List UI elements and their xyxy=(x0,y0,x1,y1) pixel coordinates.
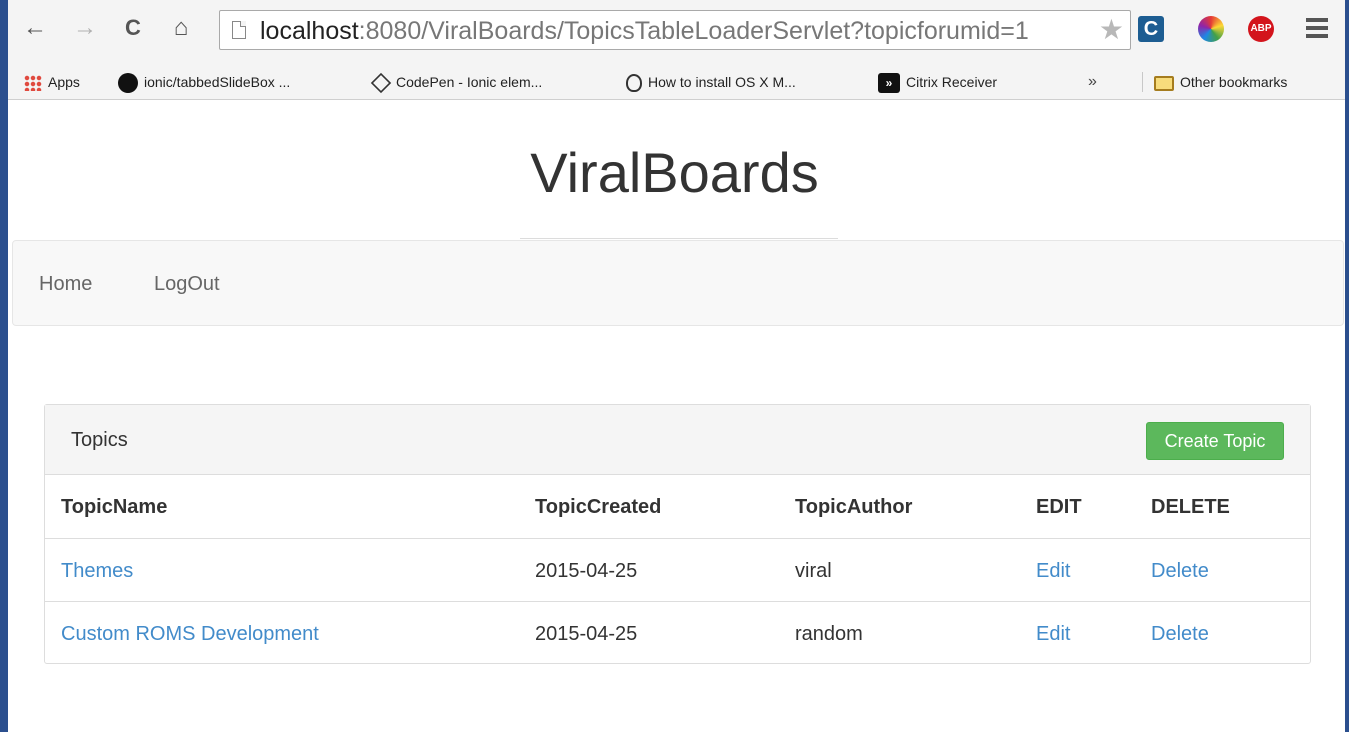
table-row: Custom ROMS Development 2015-04-25 rando… xyxy=(45,602,1310,665)
other-bookmarks-label: Other bookmarks xyxy=(1180,74,1288,90)
codepen-icon xyxy=(370,73,392,94)
url-text[interactable]: localhost:8080/ViralBoards/TopicsTableLo… xyxy=(260,17,1100,45)
other-bookmarks[interactable]: Other bookmarks xyxy=(1154,72,1287,92)
reload-icon[interactable]: C xyxy=(120,14,146,42)
topics-panel: Topics Create Topic TopicName TopicCreat… xyxy=(44,404,1311,664)
address-bar[interactable]: localhost:8080/ViralBoards/TopicsTableLo… xyxy=(219,10,1131,50)
bookmark-label: Citrix Receiver xyxy=(906,74,998,90)
bookmarks-overflow-icon[interactable]: » xyxy=(1088,72,1097,92)
title-divider xyxy=(520,238,838,239)
panel-title: Topics xyxy=(71,429,128,451)
citrix-icon: » xyxy=(878,73,900,94)
table-header-row: TopicName TopicCreated TopicAuthor EDIT … xyxy=(45,476,1310,539)
home-icon[interactable]: ⌂ xyxy=(168,14,194,42)
color-picker-extension-icon[interactable] xyxy=(1198,16,1224,42)
column-header-topicname: TopicName xyxy=(61,496,168,518)
adblock-plus-icon[interactable]: ABP xyxy=(1248,16,1274,42)
delete-link[interactable]: Delete xyxy=(1151,622,1209,646)
topic-name-link[interactable]: Themes xyxy=(61,559,133,583)
bookmark-label: Apps xyxy=(48,74,80,90)
create-topic-button[interactable]: Create Topic xyxy=(1146,422,1284,460)
bookmarks-divider xyxy=(1142,72,1143,92)
topics-table: TopicName TopicCreated TopicAuthor EDIT … xyxy=(45,476,1310,665)
bookmark-ionic-tabbedslidebox[interactable]: ionic/tabbedSlideBox ... xyxy=(118,72,291,94)
back-icon[interactable]: ← xyxy=(22,14,48,42)
bookmarks-bar: Apps ionic/tabbedSlideBox ... CodePen - … xyxy=(8,64,1345,100)
window-frame-right xyxy=(1345,0,1349,732)
delete-link[interactable]: Delete xyxy=(1151,559,1209,583)
apps-grid-icon xyxy=(24,75,42,92)
bookmark-codepen[interactable]: CodePen - Ionic elem... xyxy=(370,72,543,94)
topic-created: 2015-04-25 xyxy=(535,623,638,645)
site-title: ViralBoards xyxy=(530,141,819,204)
topic-author: viral xyxy=(795,560,832,582)
column-header-topiccreated: TopicCreated xyxy=(535,496,662,518)
apple-icon xyxy=(626,74,642,93)
topic-created: 2015-04-25 xyxy=(535,560,638,582)
bookmark-label: How to install OS X M... xyxy=(648,74,796,90)
table-row: Themes 2015-04-25 viral Edit Delete xyxy=(45,539,1310,602)
column-header-topicauthor: TopicAuthor xyxy=(795,496,913,518)
nav-logout-link[interactable]: LogOut xyxy=(154,271,220,297)
extension-c-icon[interactable]: C xyxy=(1138,16,1164,42)
window-frame-left xyxy=(0,0,8,732)
column-header-edit: EDIT xyxy=(1036,496,1082,518)
url-path: :8080/ViralBoards/TopicsTableLoaderServl… xyxy=(358,17,1029,45)
browser-menu-icon[interactable] xyxy=(1306,18,1328,38)
topic-author: random xyxy=(795,623,863,645)
topic-name-link[interactable]: Custom ROMS Development xyxy=(61,622,319,646)
folder-icon xyxy=(1154,75,1174,91)
site-navbar: Home LogOut xyxy=(12,240,1344,326)
url-host: localhost xyxy=(260,17,359,45)
column-header-delete: DELETE xyxy=(1151,496,1230,518)
edit-link[interactable]: Edit xyxy=(1036,559,1070,583)
panel-heading: Topics Create Topic xyxy=(45,405,1310,475)
github-icon xyxy=(118,73,138,94)
nav-home-link[interactable]: Home xyxy=(39,271,92,297)
browser-toolbar: ← → C ⌂ localhost:8080/ViralBoards/Topic… xyxy=(8,0,1345,64)
page-icon xyxy=(232,21,246,39)
bookmark-apps[interactable]: Apps xyxy=(24,72,80,92)
bookmark-label: CodePen - Ionic elem... xyxy=(396,74,543,90)
forward-icon[interactable]: → xyxy=(72,14,98,42)
edit-link[interactable]: Edit xyxy=(1036,622,1070,646)
bookmark-star-icon[interactable]: ★ xyxy=(1099,15,1124,45)
bookmark-citrix-receiver[interactable]: » Citrix Receiver xyxy=(878,72,998,94)
bookmark-install-osx[interactable]: How to install OS X M... xyxy=(626,72,796,93)
bookmark-label: ionic/tabbedSlideBox ... xyxy=(144,74,291,90)
